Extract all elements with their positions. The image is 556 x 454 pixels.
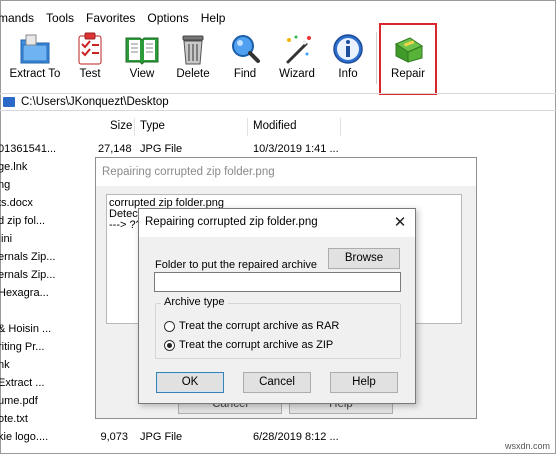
view-book-icon [125, 37, 159, 65]
file-name: ng [0, 179, 11, 191]
address-path: C:\Users\JKonquezt\Desktop [21, 96, 169, 108]
extract-to-button[interactable]: Extract To [5, 30, 65, 86]
radio-rar-dot [164, 320, 175, 332]
file-name: nk [0, 359, 10, 371]
dialog-titlebar: Repairing corrupted zip folder.png [96, 158, 476, 186]
file-name: & Hoisin ... [0, 323, 52, 335]
file-name: Extract ... [0, 377, 45, 389]
file-name: ernals Zip... [0, 251, 56, 263]
column-divider [134, 118, 135, 136]
column-divider [340, 118, 341, 136]
find-button[interactable]: Find [215, 30, 275, 86]
file-size: 27,148 [98, 143, 132, 155]
radio-rar[interactable]: Treat the corrupt archive as RAR [164, 320, 339, 332]
file-name: .ini [0, 233, 13, 245]
file-name: Hexagra... [0, 287, 49, 299]
table-row[interactable]: kie logo.... 9,073 JPG File 6/28/2019 8:… [0, 429, 556, 447]
menu-options[interactable]: Options [141, 11, 194, 25]
file-type: JPG File [140, 431, 183, 443]
toolbar-separator [376, 32, 377, 84]
log-line: ---> ?? [109, 219, 142, 231]
file-type: JPG File [140, 143, 183, 155]
delete-trash-icon [182, 35, 204, 65]
find-magnifier-icon [232, 35, 260, 63]
file-name: d zip fol... [0, 215, 46, 227]
file-modified: 6/28/2019 8:12 ... [253, 431, 339, 443]
radio-zip-dot [164, 339, 175, 351]
column-type[interactable]: Type [140, 120, 165, 132]
file-name: ts.docx [0, 197, 33, 209]
file-modified: 10/3/2019 1:41 ... [253, 143, 339, 155]
file-name: riting Pr... [0, 341, 45, 353]
column-modified[interactable]: Modified [253, 120, 296, 132]
cancel-button[interactable]: Cancel [243, 372, 311, 393]
dialog-titlebar: Repairing corrupted zip folder.png ✕ [139, 209, 415, 237]
menu-tools[interactable]: Tools [40, 11, 80, 25]
info-label: Info [338, 68, 358, 80]
file-size: 9,073 [100, 431, 128, 443]
file-name: ume.pdf [0, 395, 38, 407]
menu-bar: mands Tools Favorites Options Help [0, 8, 556, 28]
ok-button[interactable]: OK [156, 372, 224, 393]
test-label: Test [79, 68, 101, 80]
folder-label: Folder to put the repaired archive [155, 259, 318, 271]
radio-zip-label: Treat the corrupt archive as ZIP [179, 339, 334, 351]
wizard-wand-icon [286, 35, 311, 64]
delete-label: Delete [176, 68, 210, 80]
repair-options-dialog: Repairing corrupted zip folder.png ✕ Bro… [138, 208, 416, 404]
menu-help[interactable]: Help [195, 11, 232, 25]
find-label: Find [233, 68, 257, 80]
info-icon [333, 34, 363, 64]
radio-rar-label: Treat the corrupt archive as RAR [179, 320, 340, 332]
folder-icon [3, 97, 15, 107]
menu-favorites[interactable]: Favorites [80, 11, 141, 25]
dialog-title: Repairing corrupted zip folder.png [102, 166, 275, 178]
folder-input[interactable] [154, 272, 401, 292]
address-bar[interactable]: C:\Users\JKonquezt\Desktop [0, 93, 556, 111]
toolbar: Extract To Test View Delete Find Wizard … [0, 30, 556, 92]
file-name: ge.lnk [0, 161, 28, 173]
delete-button[interactable]: Delete [163, 30, 223, 86]
watermark: wsxdn.com [504, 441, 550, 451]
close-icon[interactable]: ✕ [389, 212, 411, 234]
file-name: kie logo.... [0, 431, 49, 443]
test-clipboard-icon [78, 32, 102, 65]
file-name: ote.txt [0, 413, 28, 425]
file-name: 01361541... [0, 143, 57, 155]
browse-button[interactable]: Browse [328, 248, 400, 269]
help-button[interactable]: Help [330, 372, 398, 393]
column-size[interactable]: Size [110, 120, 132, 132]
column-divider [247, 118, 248, 136]
radio-zip[interactable]: Treat the corrupt archive as ZIP [164, 339, 333, 351]
info-button[interactable]: Info [318, 30, 378, 86]
menu-commands[interactable]: mands [0, 11, 40, 25]
test-button[interactable]: Test [60, 30, 120, 86]
archive-type-label: Archive type [161, 296, 228, 308]
file-name: ernals Zip... [0, 269, 56, 281]
extract-to-icon [20, 34, 50, 64]
dialog-title: Repairing corrupted zip folder.png [145, 216, 318, 228]
extract-to-label: Extract To [9, 68, 61, 80]
repair-highlight-box [379, 23, 437, 95]
